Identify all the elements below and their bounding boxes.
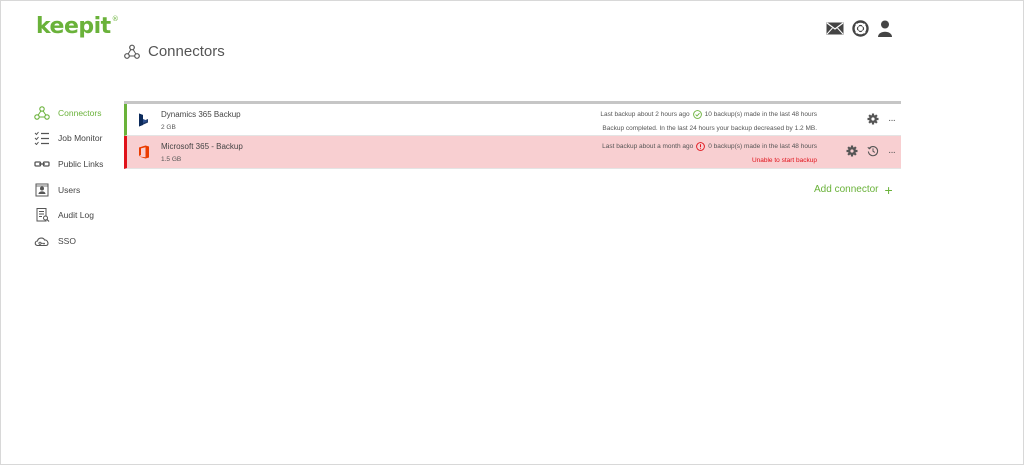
sidebar-item-connectors[interactable]: Connectors xyxy=(34,100,124,126)
sidebar-item-label: Users xyxy=(58,184,81,195)
connector-name[interactable]: Dynamics 365 Backup xyxy=(161,110,241,119)
last-backup-text: Last backup about a month ago xyxy=(602,143,694,150)
logo-text: keepit xyxy=(36,14,111,39)
add-connector-button[interactable]: Add connector + xyxy=(814,181,893,198)
add-connector-label: Add connector xyxy=(814,184,879,195)
connectors-icon xyxy=(124,44,140,59)
settings-gear-icon[interactable] xyxy=(867,113,879,127)
sidebar-item-label: SSO xyxy=(58,235,76,246)
row-actions: ··· xyxy=(846,145,896,159)
settings-gear-icon[interactable] xyxy=(846,145,858,159)
connector-size: 1.5 GB xyxy=(161,156,182,163)
sidebar: Connectors Job Monitor Public Links User… xyxy=(34,100,124,254)
sidebar-item-job-monitor[interactable]: Job Monitor xyxy=(34,126,124,152)
logo-mark: ® xyxy=(111,15,119,23)
keepit-logo[interactable]: keepit® xyxy=(36,14,119,39)
backup-summary: Last backup about a month ago 0 backup(s… xyxy=(602,142,817,151)
sidebar-item-users[interactable]: Users xyxy=(34,177,124,203)
sidebar-item-label: Audit Log xyxy=(58,210,94,221)
sidebar-item-sso[interactable]: SSO xyxy=(34,228,124,254)
user-icon[interactable] xyxy=(877,20,893,37)
help-lifebuoy-icon[interactable] xyxy=(852,20,869,37)
more-options-icon[interactable]: ··· xyxy=(888,147,896,158)
page-title-text: Connectors xyxy=(148,43,225,60)
dynamics-365-icon xyxy=(139,113,148,127)
connector-row[interactable]: Dynamics 365 Backup 2 GB Last backup abo… xyxy=(124,104,901,136)
backup-count-text: 10 backup(s) made in the last 48 hours xyxy=(704,111,817,118)
sidebar-item-label: Job Monitor xyxy=(58,133,103,144)
more-options-icon[interactable]: ··· xyxy=(888,115,896,126)
sidebar-item-audit-log[interactable]: Audit Log xyxy=(34,202,124,228)
job-monitor-icon xyxy=(34,132,49,146)
backup-status-text: Backup completed. In the last 24 hours y… xyxy=(602,125,817,132)
app-frame xyxy=(0,0,1024,465)
header-icons xyxy=(826,20,893,37)
backup-count-text: 0 backup(s) made in the last 48 hours xyxy=(708,143,817,150)
sidebar-item-public-links[interactable]: Public Links xyxy=(34,151,124,177)
connectors-icon xyxy=(34,106,50,120)
connector-list: Dynamics 365 Backup 2 GB Last backup abo… xyxy=(124,101,901,169)
row-actions: ··· xyxy=(867,113,896,127)
microsoft-365-icon xyxy=(139,145,149,159)
audit-log-icon xyxy=(36,208,50,223)
users-icon xyxy=(35,183,49,197)
backup-summary: Last backup about 2 hours ago 10 backup(… xyxy=(600,110,817,119)
sidebar-item-label: Connectors xyxy=(58,107,102,118)
connector-name[interactable]: Microsoft 365 - Backup xyxy=(161,142,243,151)
backup-status-text: Unable to start backup xyxy=(751,157,817,164)
mail-icon[interactable] xyxy=(826,22,844,35)
connector-size: 2 GB xyxy=(161,124,176,131)
link-icon xyxy=(34,161,50,167)
sidebar-item-label: Public Links xyxy=(58,158,104,169)
cloud-key-icon xyxy=(34,237,49,246)
plus-icon: + xyxy=(884,181,893,198)
connector-row[interactable]: Microsoft 365 - Backup 1.5 GB Last backu… xyxy=(124,136,901,169)
check-circle-icon xyxy=(692,110,702,119)
warning-circle-icon xyxy=(696,142,706,151)
last-backup-text: Last backup about 2 hours ago xyxy=(600,111,690,118)
history-icon[interactable] xyxy=(867,145,879,159)
page-title: Connectors xyxy=(124,43,225,60)
